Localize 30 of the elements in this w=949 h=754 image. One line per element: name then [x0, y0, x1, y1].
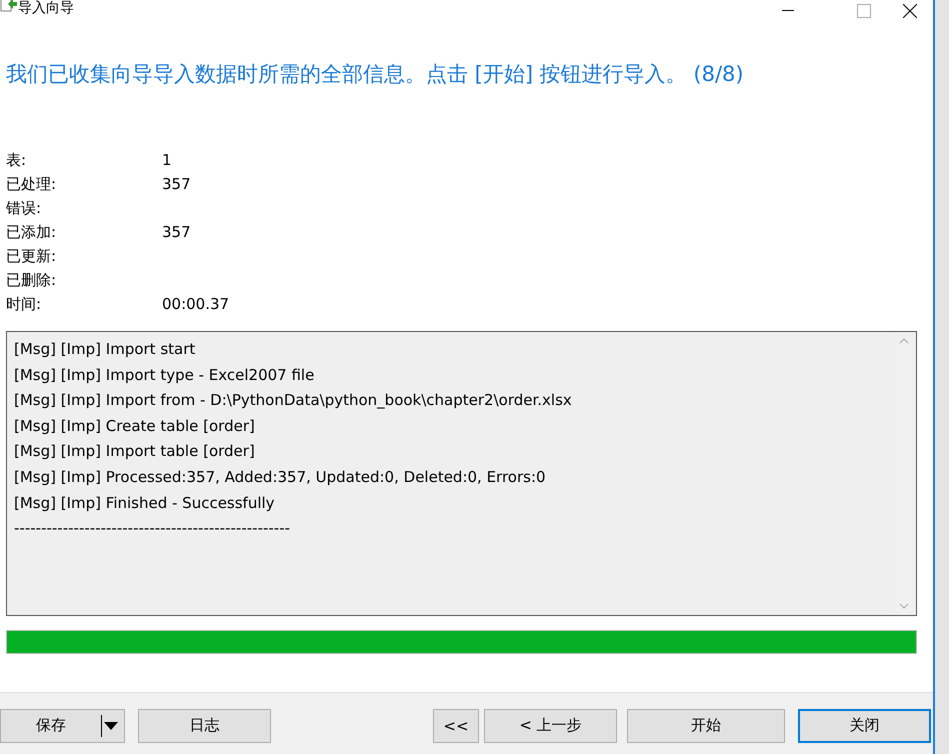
stat-label: 已删除: [6, 271, 56, 289]
stat-label: 时间: [6, 295, 42, 313]
stat-value: 00:00.37 [162, 295, 230, 313]
log-line: [Msg] [Imp] Processed:357, Added:357, Updated:0, Deleted:0, Errors:0 [14, 468, 546, 486]
stat-label: 已处理: [6, 175, 56, 193]
stat-label: 已更新: [6, 247, 56, 265]
caret-icon[interactable] [102, 720, 120, 732]
log-line: [Msg] [Imp] Import table [order] [14, 442, 255, 460]
stat-label: 错误: [6, 199, 42, 217]
minimize-icon[interactable] [782, 10, 794, 12]
log-line: [Msg] [Imp] Import start [14, 340, 196, 358]
dialog-button[interactable]: 关闭 [798, 708, 931, 742]
stat-label: 表: [6, 151, 26, 169]
log-line: [Msg] [Imp] Create table [order] [14, 416, 255, 435]
log-line: [Msg] [Imp] Finished - Successfully [14, 494, 275, 512]
dialog-button[interactable]: 开始 [627, 708, 785, 742]
window-title: 导入向导 [18, 0, 74, 16]
stat-label: 已添加: [6, 223, 56, 241]
save-button[interactable]: 保存 [0, 708, 125, 742]
dialog-button[interactable]: << [433, 708, 479, 742]
dialog-button[interactable]: 日志 [138, 708, 271, 742]
instruction-text: 我们已收集向导导入数据时所需的全部信息。点击 [开始] 按钮进行导入。 (8/8) [6, 62, 744, 86]
stat-value: 357 [162, 223, 191, 241]
stat-value: 357 [162, 175, 191, 193]
log-line: [Msg] [Imp] Import from - D:\PythonData\python_book\chapter2\order.xlsx [14, 391, 572, 410]
log-line: --------------------------------------------------- [14, 519, 290, 538]
log-line: [Msg] [Imp] Import type - Excel2007 file [14, 366, 314, 384]
stat-value: 1 [162, 151, 172, 169]
close-icon[interactable] [903, 4, 917, 18]
dialog-button[interactable]: < 上一步 [484, 708, 617, 742]
